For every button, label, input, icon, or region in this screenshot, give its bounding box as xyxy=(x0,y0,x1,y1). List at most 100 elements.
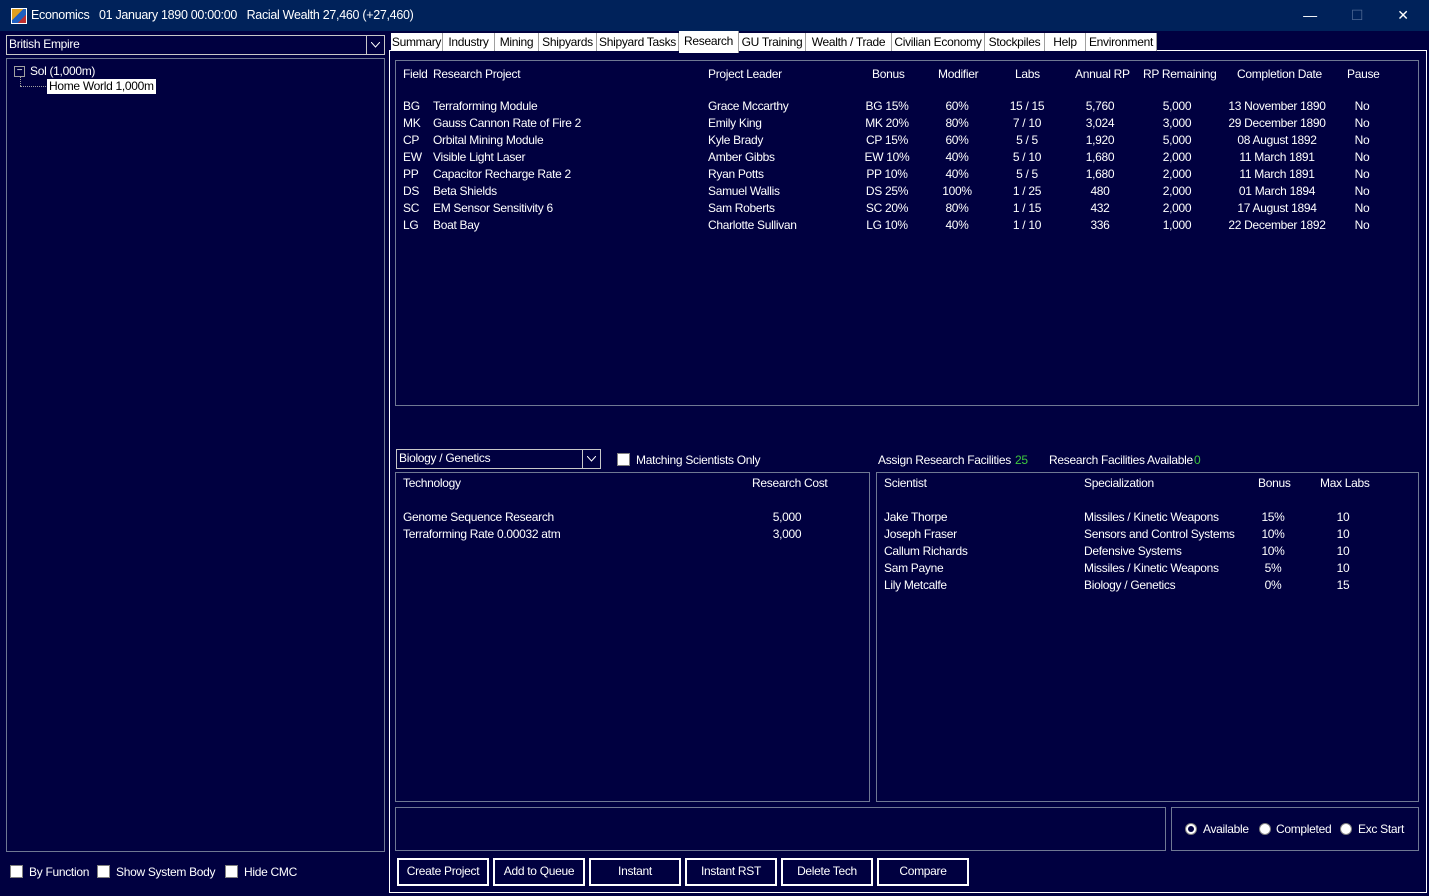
cell-scientist: Joseph Fraser xyxy=(884,527,957,541)
show-system-body-label: Show System Body xyxy=(116,865,216,879)
cell-project: Boat Bay xyxy=(433,218,480,232)
title-bar: Economics 01 January 1890 00:00:00 Racia… xyxy=(0,0,1429,31)
assign-facilities-value[interactable]: 25 xyxy=(1015,453,1028,467)
completed-radio-label: Completed xyxy=(1276,822,1332,836)
column-header-research-cost[interactable]: Research Cost xyxy=(752,476,828,490)
column-header-technology[interactable]: Technology xyxy=(403,476,461,490)
column-header-rp-remaining[interactable]: RP Remaining xyxy=(1143,67,1217,81)
show-system-body-checkbox[interactable] xyxy=(97,865,110,878)
column-header-leader[interactable]: Project Leader xyxy=(708,67,782,81)
cell-leader: Ryan Potts xyxy=(708,167,764,181)
tab-environment[interactable]: Environment xyxy=(1086,33,1157,51)
close-button[interactable]: ✕ xyxy=(1380,0,1426,31)
tab-shipyard-tasks[interactable]: Shipyard Tasks xyxy=(597,33,679,51)
cell-leader: Kyle Brady xyxy=(708,133,764,147)
minimize-button[interactable]: — xyxy=(1287,0,1333,31)
hide-cmc-checkbox[interactable] xyxy=(225,865,238,878)
cell-project: Beta Shields xyxy=(433,184,497,198)
cell-pause: No xyxy=(1354,167,1370,181)
instant-rst-button[interactable]: Instant RST xyxy=(685,858,777,886)
cell-pause: No xyxy=(1354,116,1370,130)
cell-leader: Charlotte Sullivan xyxy=(708,218,797,232)
cell-pause: No xyxy=(1354,201,1370,215)
by-function-checkbox[interactable] xyxy=(10,865,23,878)
add-to-queue-button[interactable]: Add to Queue xyxy=(493,858,585,886)
available-radio[interactable] xyxy=(1185,823,1197,835)
column-header-specialization[interactable]: Specialization xyxy=(1084,476,1154,490)
exc-start-radio-label: Exc Start xyxy=(1358,822,1404,836)
column-header-max-labs[interactable]: Max Labs xyxy=(1320,476,1370,490)
tree-node-body[interactable]: Home World 1,000m xyxy=(47,79,156,94)
tab-stockpiles[interactable]: Stockpiles xyxy=(985,33,1045,51)
available-radio-label: Available xyxy=(1203,822,1249,836)
scientist-list[interactable]: Scientist Specialization Bonus Max Labs … xyxy=(876,472,1419,802)
hide-cmc-label: Hide CMC xyxy=(244,865,297,879)
technology-list[interactable]: Technology Research Cost Genome Sequence… xyxy=(395,472,870,802)
tree-node-system[interactable]: Sol (1,000m) xyxy=(30,64,95,78)
cell-field: EW xyxy=(403,150,422,164)
tab-mining[interactable]: Mining xyxy=(495,33,539,51)
tab-gu-training[interactable]: GU Training xyxy=(739,33,806,51)
matching-scientists-checkbox[interactable] xyxy=(617,453,630,466)
cell-scientist: Callum Richards xyxy=(884,544,968,558)
tree-expander-icon[interactable]: − xyxy=(14,66,25,77)
facilities-available-value: 0 xyxy=(1194,453,1201,467)
exc-start-radio[interactable] xyxy=(1340,823,1352,835)
column-header-bonus[interactable]: Bonus xyxy=(872,67,905,81)
cell-field: PP xyxy=(403,167,419,181)
cell-specialization: Missiles / Kinetic Weapons xyxy=(1084,510,1219,524)
tab-summary[interactable]: Summary xyxy=(391,33,443,51)
cell-technology: Terraforming Rate 0.00032 atm xyxy=(403,527,561,541)
research-projects-list[interactable]: Field Research Project Project Leader Bo… xyxy=(395,60,1419,406)
cell-max-labs: 10 xyxy=(1336,544,1350,558)
cell-leader: Sam Roberts xyxy=(708,201,775,215)
cell-scientist: Jake Thorpe xyxy=(884,510,948,524)
tree-connector xyxy=(20,86,46,87)
cell-project: EM Sensor Sensitivity 6 xyxy=(433,201,553,215)
cell-max-labs: 10 xyxy=(1336,527,1350,541)
column-header-project[interactable]: Research Project xyxy=(433,67,521,81)
column-header-modifier[interactable]: Modifier xyxy=(938,67,979,81)
cell-pause: No xyxy=(1354,133,1370,147)
cell-project: Capacitor Recharge Rate 2 xyxy=(433,167,571,181)
cell-specialization: Biology / Genetics xyxy=(1084,578,1176,592)
column-header-scientist[interactable]: Scientist xyxy=(884,476,927,490)
tab-civilian-economy[interactable]: Civilian Economy xyxy=(892,33,985,51)
tab-shipyards[interactable]: Shipyards xyxy=(539,33,597,51)
chevron-down-icon[interactable] xyxy=(366,36,384,54)
cell-pause: No xyxy=(1354,184,1370,198)
field-select-value: Biology / Genetics xyxy=(399,451,491,465)
chevron-down-icon[interactable] xyxy=(582,450,600,468)
cell-field: CP xyxy=(403,133,420,147)
completed-radio[interactable] xyxy=(1259,823,1271,835)
cell-specialization: Missiles / Kinetic Weapons xyxy=(1084,561,1219,575)
column-header-annual-rp[interactable]: Annual RP xyxy=(1075,67,1130,81)
column-header-field[interactable]: Field xyxy=(403,67,428,81)
cell-pause: No xyxy=(1354,150,1370,164)
create-project-button[interactable]: Create Project xyxy=(397,858,489,886)
facilities-available-label: Research Facilities Available xyxy=(1049,453,1193,467)
instant-button[interactable]: Instant xyxy=(589,858,681,886)
maximize-button[interactable]: ☐ xyxy=(1334,0,1380,31)
system-tree[interactable]: − Sol (1,000m) Home World 1,000m xyxy=(6,58,385,852)
cell-scientist: Sam Payne xyxy=(884,561,944,575)
tech-filter-radio-group: Available Completed Exc Start xyxy=(1171,807,1419,851)
cell-field: LG xyxy=(403,218,419,232)
field-select[interactable]: Biology / Genetics xyxy=(396,449,601,469)
column-header-bonus[interactable]: Bonus xyxy=(1258,476,1291,490)
column-header-labs[interactable]: Labs xyxy=(1015,67,1040,81)
tab-wealth-trade[interactable]: Wealth / Trade xyxy=(806,33,892,51)
column-header-completion-date[interactable]: Completion Date xyxy=(1237,67,1322,81)
tab-research[interactable]: Research xyxy=(679,31,739,53)
delete-tech-button[interactable]: Delete Tech xyxy=(781,858,873,886)
column-header-pause[interactable]: Pause xyxy=(1347,67,1380,81)
cell-leader: Emily King xyxy=(708,116,762,130)
empire-select-value: British Empire xyxy=(9,37,80,51)
cell-project: Terraforming Module xyxy=(433,99,538,113)
compare-button[interactable]: Compare xyxy=(877,858,969,886)
empire-select[interactable]: British Empire xyxy=(6,35,385,55)
tab-help[interactable]: Help xyxy=(1045,33,1086,51)
cell-project: Gauss Cannon Rate of Fire 2 xyxy=(433,116,581,130)
cell-technology: Genome Sequence Research xyxy=(403,510,554,524)
tab-industry[interactable]: Industry xyxy=(443,33,495,51)
